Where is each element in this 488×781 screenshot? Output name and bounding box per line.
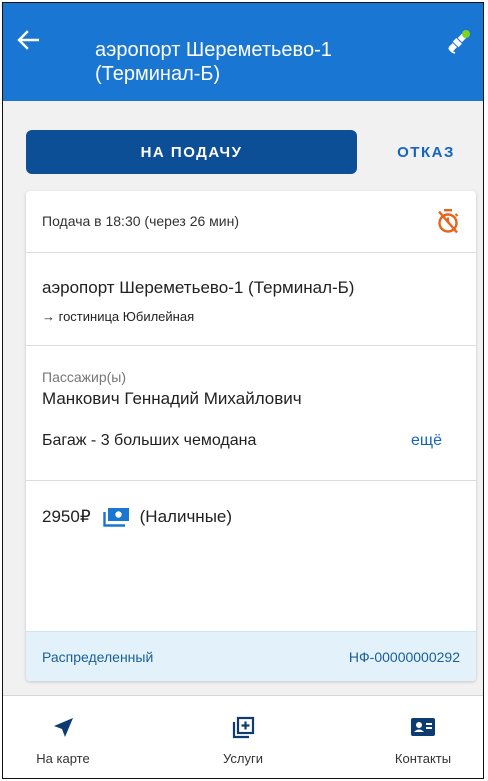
order-status-strip: Распределенный НФ-00000000292 bbox=[26, 631, 476, 681]
passenger-label: Пассажир(ы) bbox=[42, 369, 126, 385]
more-link[interactable]: ещё bbox=[411, 432, 442, 450]
route-to: → гостиница Юбилейная bbox=[42, 309, 195, 324]
cash-icon bbox=[102, 508, 129, 527]
price-value: 2950₽ bbox=[42, 507, 91, 526]
nav-contacts-label: Контакты bbox=[394, 751, 452, 766]
start-pickup-button[interactable]: НА ПОДАЧУ bbox=[26, 130, 357, 174]
title-line-2: (Терминал-Б) bbox=[95, 63, 221, 85]
nav-services-label: Услуги bbox=[223, 751, 263, 766]
passenger-name: Манкович Геннадий Михайлович bbox=[42, 389, 302, 408]
price-row: 2950₽ (Наличные) bbox=[42, 507, 232, 527]
pickup-time-text: Подача в 18:30 (через 26 мин) bbox=[42, 213, 240, 229]
page-title: аэропорт Шереметьево-1 (Терминал-Б) bbox=[95, 38, 415, 86]
back-button[interactable] bbox=[13, 25, 43, 55]
order-card: Подача в 18:30 (через 26 мин) аэропорт Ш… bbox=[26, 191, 476, 681]
payment-method: (Наличные) bbox=[139, 507, 233, 526]
arrow-left-icon bbox=[17, 30, 39, 50]
nav-contacts-icon-wrap bbox=[363, 716, 483, 740]
luggage-text: Багаж - 3 больших чемодана bbox=[42, 432, 257, 449]
title-line-1: аэропорт Шереметьево-1 bbox=[95, 39, 332, 61]
gps-status-button[interactable] bbox=[443, 27, 473, 57]
nav-map-icon-wrap bbox=[3, 716, 123, 740]
screen: аэропорт Шереметьево-1 (Терминал-Б) НА П… bbox=[2, 2, 484, 779]
add-box-icon bbox=[232, 716, 255, 739]
nav-services-icon-wrap bbox=[183, 716, 303, 740]
nav-services[interactable]: Услуги bbox=[183, 696, 303, 778]
timer-off-icon bbox=[438, 209, 459, 234]
passenger-section: Пассажир(ы) Манкович Геннадий Михайлович… bbox=[26, 346, 476, 481]
satellite-icon bbox=[448, 30, 470, 54]
app-bar: аэропорт Шереметьево-1 (Терминал-Б) bbox=[3, 3, 483, 101]
route-section: аэропорт Шереметьево-1 (Терминал-Б) → го… bbox=[26, 253, 476, 346]
nav-map-label: На карте bbox=[36, 751, 90, 766]
order-status: Распределенный bbox=[42, 649, 154, 665]
navigation-arrow-icon bbox=[54, 718, 73, 737]
contact-card-icon bbox=[411, 718, 435, 736]
bottom-navigation: На карте Услуги Контакты bbox=[3, 695, 483, 778]
nav-contacts[interactable]: Контакты bbox=[363, 696, 483, 778]
order-number: НФ-00000000292 bbox=[348, 649, 460, 665]
action-bar: НА ПОДАЧУ ОТКАЗ bbox=[3, 101, 483, 185]
price-section: 2950₽ (Наличные) bbox=[26, 481, 476, 631]
decline-button[interactable]: ОТКАЗ bbox=[381, 137, 471, 167]
nav-map[interactable]: На карте bbox=[3, 696, 123, 778]
pickup-time-section: Подача в 18:30 (через 26 мин) bbox=[26, 191, 476, 253]
route-from: аэропорт Шереметьево-1 (Терминал-Б) bbox=[42, 278, 355, 297]
